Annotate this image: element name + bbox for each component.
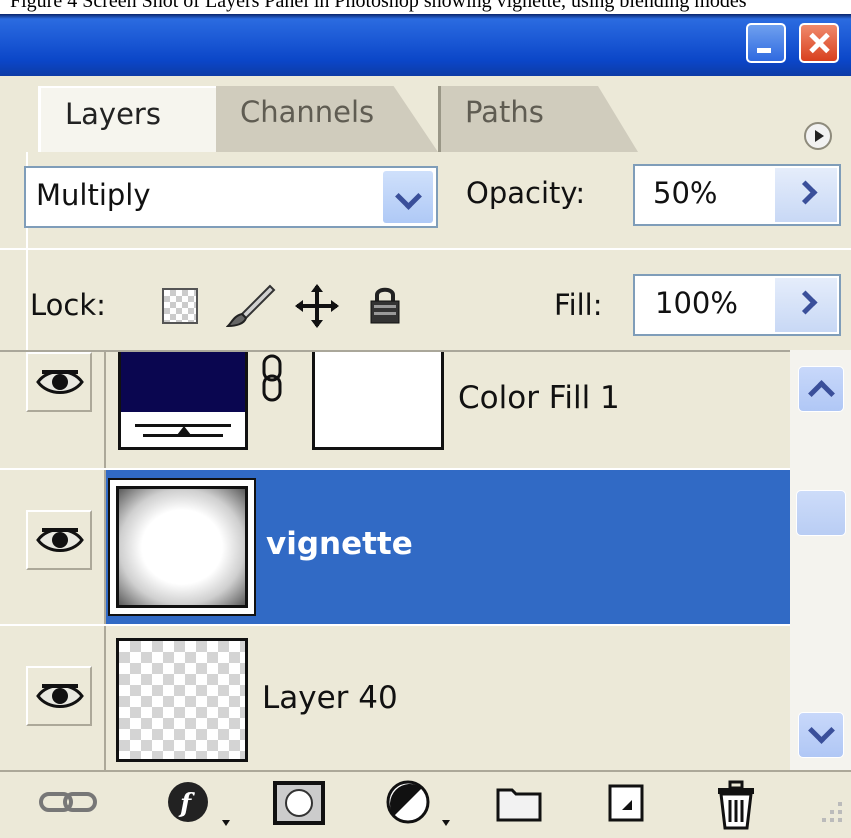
blend-mode-select[interactable]: Multiply [24,166,438,228]
scroll-down-icon[interactable] [798,712,844,758]
chevron-down-icon[interactable] [383,171,433,223]
slider-triangle-icon [177,426,191,435]
fill-color-swatch [121,352,245,412]
scroll-up-icon[interactable] [798,366,844,412]
transparent-thumbnail [116,638,248,762]
divider [104,470,106,624]
opacity-label: Opacity: [466,176,586,210]
minimize-icon[interactable] [746,23,786,63]
page-caption-text: Figure 4 Screen Shot of Layers Panel in … [10,0,747,12]
fill-slider-arrow-icon[interactable] [775,278,837,332]
chain-link-icon[interactable] [260,354,284,402]
adjustment-layer-icon[interactable] [384,780,456,826]
panel-tabs: Paths Channels Layers [0,76,851,154]
new-group-icon[interactable] [494,780,544,824]
blend-mode-value: Multiply [36,178,151,212]
opacity-field[interactable]: 50% [633,164,841,226]
add-mask-icon[interactable] [272,780,328,825]
page-caption: Figure 4 Screen Shot of Layers Panel in … [0,0,851,14]
titlebar [0,14,851,76]
fill-value: 100% [655,286,738,320]
layer-row-layer-40[interactable]: Layer 40 [0,626,790,772]
layers-list: Color Fill 1 vignette Layer 40 [0,350,790,772]
lock-label: Lock: [30,288,106,322]
fill-field[interactable]: 100% [633,274,841,336]
tab-layers-label: Layers [65,97,161,131]
lock-move-icon[interactable] [294,284,340,328]
thumbnail-frame [108,478,256,616]
lock-transparency-icon[interactable] [162,288,198,324]
mask-thumbnail[interactable] [312,352,444,450]
panel-menu-icon[interactable] [804,122,832,150]
visibility-eye-icon[interactable] [26,352,92,412]
delete-layer-icon[interactable] [712,780,760,830]
divider [104,626,106,772]
lock-all-icon[interactable] [368,284,402,324]
bottom-toolbar: f [0,770,851,838]
layer-row-vignette[interactable]: vignette [0,470,790,624]
tab-channels-label: Channels [240,95,375,129]
visibility-eye-icon[interactable] [26,510,92,570]
link-layers-icon[interactable] [38,780,98,824]
layer-name: vignette [266,526,413,562]
layer-row-color-fill-1[interactable]: Color Fill 1 [0,352,790,470]
divider [0,248,851,250]
scroll-thumb[interactable] [796,490,846,536]
opacity-slider-arrow-icon[interactable] [775,168,837,222]
layer-name: Color Fill 1 [458,380,620,416]
layers-panel-window: Paths Channels Layers Multiply Opacity: … [0,14,851,838]
fill-thumbnail [118,352,248,450]
tab-channels[interactable]: Channels [216,86,438,152]
layer-name: Layer 40 [262,680,398,716]
close-icon[interactable] [799,23,839,63]
visibility-eye-icon[interactable] [26,666,92,726]
divider [104,352,106,470]
new-layer-icon[interactable] [604,780,648,824]
vignette-thumbnail [116,486,248,608]
panel-content: Multiply Opacity: 50% Lock: Fill: 100% C… [0,152,851,838]
layer-style-icon[interactable]: f [164,780,234,826]
tab-paths[interactable]: Paths [438,86,638,152]
tab-paths-label: Paths [465,95,544,129]
resize-grip-icon[interactable] [816,798,846,828]
lock-paint-brush-icon[interactable] [225,284,276,328]
tab-layers[interactable]: Layers [38,86,216,152]
fill-label: Fill: [554,288,603,322]
layers-scrollbar[interactable] [790,350,851,770]
opacity-value: 50% [653,176,718,210]
